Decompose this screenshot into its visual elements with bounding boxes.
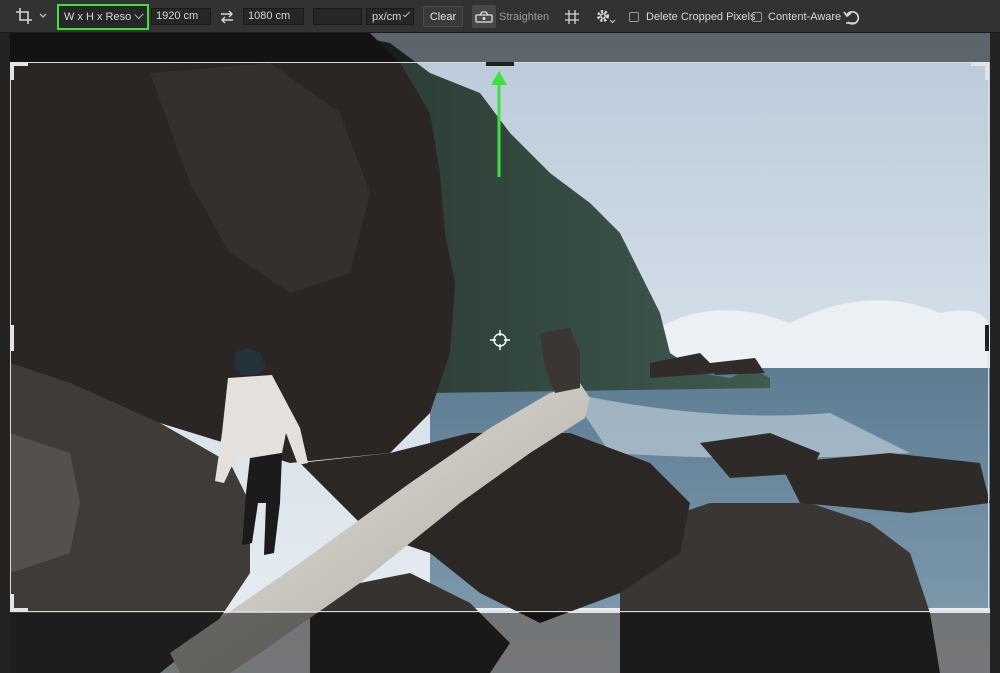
crop-shield-bottom [10, 613, 990, 673]
undo-icon [843, 10, 860, 25]
crop-handle-right[interactable] [985, 325, 989, 351]
resolution-unit-dropdown[interactable]: px/cm [366, 8, 414, 25]
height-input-value: 1080 cm [248, 10, 291, 22]
grid-icon [565, 10, 579, 24]
crop-handle-left[interactable] [10, 325, 14, 351]
overlay-options-button[interactable] [562, 7, 582, 27]
crop-handle-top-right-v[interactable] [985, 62, 989, 80]
ratio-preset-value: W x H x Reso... [64, 11, 132, 23]
delete-cropped-checkbox[interactable] [629, 12, 639, 22]
gear-icon [597, 10, 616, 24]
content-aware-checkbox[interactable] [752, 12, 762, 22]
chevron-down-icon [134, 9, 144, 19]
clear-button[interactable]: Clear [423, 6, 463, 27]
swap-dimensions-button[interactable] [217, 8, 237, 25]
document-canvas[interactable] [0, 33, 1000, 673]
delete-cropped-label: Delete Cropped Pixels [646, 11, 756, 23]
crop-handle-top[interactable] [486, 62, 514, 66]
reset-crop-button[interactable] [842, 7, 862, 27]
straighten-button[interactable] [472, 5, 496, 28]
swap-arrows-icon [221, 10, 233, 23]
resolution-unit-value: px/cm [372, 10, 402, 23]
crop-shield-top [10, 33, 990, 62]
width-input[interactable]: 1920 cm [151, 8, 211, 25]
level-icon [475, 10, 493, 23]
crosshair-icon [490, 330, 510, 350]
chevron-down-icon [403, 10, 411, 18]
crop-settings-button[interactable] [594, 7, 618, 27]
crop-handle-bottom-left-v[interactable] [10, 594, 14, 612]
clear-button-label: Clear [429, 10, 457, 23]
options-bar: W x H x Reso... 1920 cm 1080 cm px/cm Cl… [0, 0, 1000, 33]
straighten-label: Straighten [499, 11, 550, 23]
annotation-arrow [491, 71, 507, 177]
crop-handle-top-left-v[interactable] [10, 62, 14, 80]
crop-icon [16, 8, 47, 24]
width-input-value: 1920 cm [156, 10, 199, 22]
content-aware-label: Content-Aware [768, 11, 842, 23]
ratio-preset-dropdown[interactable]: W x H x Reso... [57, 4, 149, 30]
height-input[interactable]: 1080 cm [243, 8, 304, 25]
resolution-input[interactable] [313, 8, 362, 25]
crop-tool-button[interactable] [12, 5, 50, 27]
